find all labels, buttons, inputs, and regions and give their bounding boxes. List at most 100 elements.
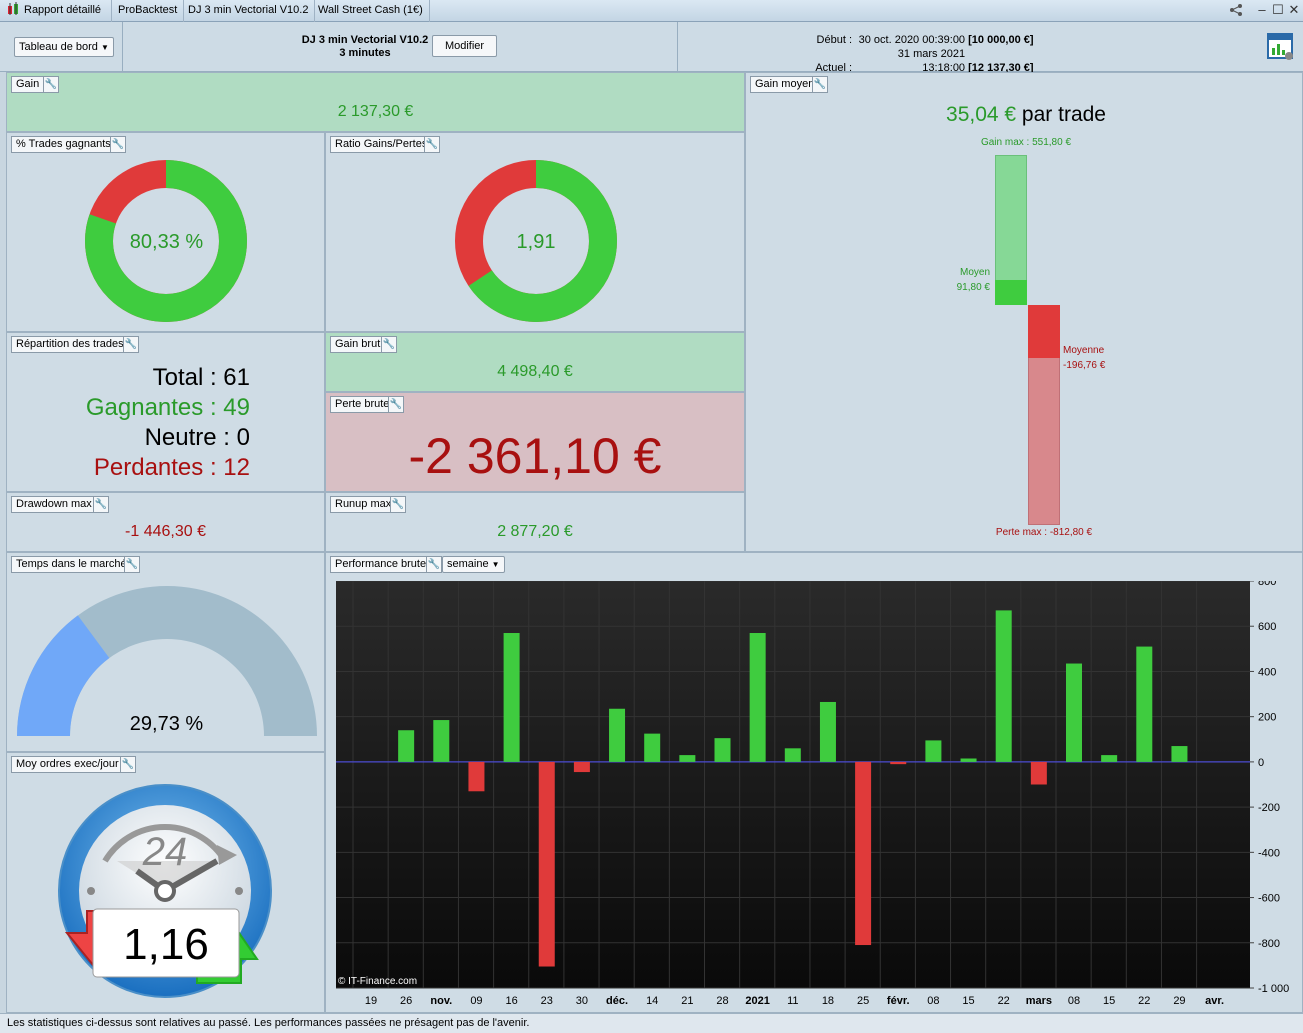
- period-dropdown[interactable]: semaine ▼: [442, 556, 505, 573]
- wrench-icon[interactable]: 🔧: [390, 496, 406, 513]
- minimize-icon[interactable]: –: [1255, 3, 1269, 17]
- x-tick-label: 28: [716, 995, 728, 1007]
- losing-row: Perdantes : 12: [93, 454, 250, 481]
- x-tick-label: 16: [505, 995, 517, 1007]
- x-tick-label: févr.: [887, 995, 910, 1007]
- time-in-market-value: 29,73 %: [129, 713, 204, 735]
- x-tick-label: 08: [927, 995, 939, 1007]
- orders-title: Moy ordres exec/jour: [11, 756, 124, 773]
- y-tick-label: 200: [1258, 712, 1276, 724]
- gross-gain-panel: Gain brut 🔧 4 498,40 €: [325, 332, 745, 392]
- maximize-icon[interactable]: ☐: [1271, 3, 1285, 17]
- y-tick-label: 800: [1258, 581, 1276, 588]
- avg-win-label: Moyen 91,80 €: [936, 265, 990, 295]
- wrench-icon[interactable]: 🔧: [93, 496, 109, 513]
- wrench-icon[interactable]: 🔧: [381, 336, 397, 353]
- wrench-icon[interactable]: 🔧: [120, 756, 136, 773]
- drawdown-panel: Drawdown max 🔧 -1 446,30 €: [6, 492, 325, 552]
- x-tick-label: 22: [998, 995, 1010, 1007]
- chart-bar: [855, 761, 872, 946]
- gross-loss-title: Perte brute: [330, 396, 395, 413]
- chart-bar: [503, 633, 520, 762]
- chart-bar: [784, 748, 801, 762]
- start-date: 30 oct. 2020 00:39:00: [858, 34, 966, 46]
- tab-rapport-detaille[interactable]: Rapport détaillé: [0, 0, 112, 22]
- tab-probacktest[interactable]: ProBacktest: [112, 0, 185, 22]
- chart-bar: [644, 733, 661, 762]
- moyenne-label: Moyenne: [1063, 345, 1105, 356]
- x-tick-label: 14: [646, 995, 658, 1007]
- time-in-market-panel: Temps dans le marché 🔧 29,73 %: [6, 552, 325, 752]
- wrench-icon[interactable]: 🔧: [110, 136, 126, 153]
- moyen-value: 91,80 €: [956, 282, 990, 293]
- x-tick-label: 26: [400, 995, 412, 1007]
- gross-loss-panel: Perte brute 🔧 -2 361,10 €: [325, 392, 745, 492]
- gain-max-label: Gain max : 551,80 €: [980, 137, 1072, 148]
- chart-bar: [749, 633, 766, 762]
- gain-panel: Gain 🔧 2 137,30 €: [6, 72, 745, 132]
- chart-bar: [679, 755, 696, 762]
- chart-bar: [819, 701, 836, 762]
- modify-button[interactable]: Modifier: [432, 35, 497, 57]
- wrench-icon[interactable]: 🔧: [424, 136, 440, 153]
- chart-bar: [1136, 646, 1153, 762]
- dashboard-label: Tableau de bord: [19, 41, 98, 53]
- x-tick-label: 25: [857, 995, 869, 1007]
- trade-distribution-panel: Répartition des trades 🔧 Total : 61 Gagn…: [6, 332, 325, 492]
- chart-bar: [1171, 746, 1188, 762]
- report-settings-icon[interactable]: [1267, 32, 1295, 62]
- win-rate-title: % Trades gagnants: [11, 136, 116, 153]
- wrench-icon[interactable]: 🔧: [426, 556, 442, 573]
- y-tick-label: 0: [1258, 757, 1264, 769]
- close-icon[interactable]: ✕: [1287, 3, 1301, 17]
- dashboard-dropdown[interactable]: Tableau de bord ▼: [14, 37, 114, 57]
- x-tick-label: 2021: [745, 995, 769, 1007]
- y-tick-label: 400: [1258, 666, 1276, 678]
- ratio-panel: Ratio Gains/Pertes 🔧 1,91: [325, 132, 745, 332]
- y-tick-label: -400: [1258, 847, 1280, 859]
- distribution-list: Total : 61 Gagnantes : 49 Neutre : 0 Per…: [7, 363, 250, 483]
- x-tick-label: 15: [962, 995, 974, 1007]
- y-tick-label: -600: [1258, 893, 1280, 905]
- chevron-down-icon: ▼: [100, 43, 109, 52]
- disclaimer-footer: Les statistiques ci-dessus sont relative…: [0, 1013, 1303, 1033]
- chart-bar: [995, 610, 1012, 762]
- chart-bar: [1066, 663, 1082, 762]
- wrench-icon[interactable]: 🔧: [388, 396, 404, 413]
- chart-bar: [433, 720, 450, 762]
- chart-watermark: © IT-Finance.com: [338, 976, 417, 987]
- gross-loss-value: -2 361,10 €: [408, 428, 662, 484]
- start-capital: [10 000,00 €]: [968, 34, 1034, 46]
- wrench-icon[interactable]: 🔧: [123, 336, 139, 353]
- x-tick-label: avr.: [1205, 995, 1224, 1007]
- ratio-value: 1,91: [516, 231, 556, 253]
- losing-count: 12: [223, 454, 250, 481]
- avg-gain-panel: Gain moyen 🔧 35,04 € par trade Gain max …: [745, 72, 1303, 552]
- y-tick-label: -1 000: [1258, 983, 1289, 995]
- neutral-count: 0: [236, 424, 250, 451]
- winning-row: Gagnantes : 49: [85, 394, 250, 421]
- chart-bar: [609, 708, 626, 762]
- period-label: semaine: [447, 558, 489, 570]
- report-header: Tableau de bord ▼ DJ 3 min Vectorial V10…: [0, 22, 1303, 74]
- loss-max-label: Perte max : -812,80 €: [995, 527, 1093, 538]
- wrench-icon[interactable]: 🔧: [43, 76, 59, 93]
- gross-performance-panel: Performance brute 🔧 semaine ▼ 800 600 400 2…: [325, 552, 1303, 1013]
- wrench-icon[interactable]: 🔧: [812, 76, 828, 93]
- y-tick-label: -200: [1258, 802, 1280, 814]
- avg-gain-headline: 35,04 € par trade: [896, 103, 1156, 127]
- wrench-icon[interactable]: 🔧: [124, 556, 140, 573]
- x-tick-label: 21: [681, 995, 693, 1007]
- share-icon[interactable]: [1229, 3, 1243, 17]
- moyenne-value: -196,76 €: [1063, 360, 1106, 371]
- x-tick-label: 23: [541, 995, 553, 1007]
- chart-bar: [890, 761, 907, 765]
- y-tick-label: -800: [1258, 938, 1280, 950]
- tab-strategy[interactable]: DJ 3 min Vectorial V10.2: [182, 0, 316, 22]
- x-tick-label: 08: [1068, 995, 1080, 1007]
- tab-instrument[interactable]: Wall Street Cash (1€): [312, 0, 430, 22]
- x-tick-label: 29: [1173, 995, 1185, 1007]
- performance-chart: 800 600 400 200 0 -200 -400 -600 -800 -1 000 19 26…: [336, 581, 1289, 1007]
- title-bar: Rapport détaillé ProBacktest DJ 3 min Ve…: [0, 0, 1303, 22]
- moyen-label: Moyen: [959, 267, 990, 278]
